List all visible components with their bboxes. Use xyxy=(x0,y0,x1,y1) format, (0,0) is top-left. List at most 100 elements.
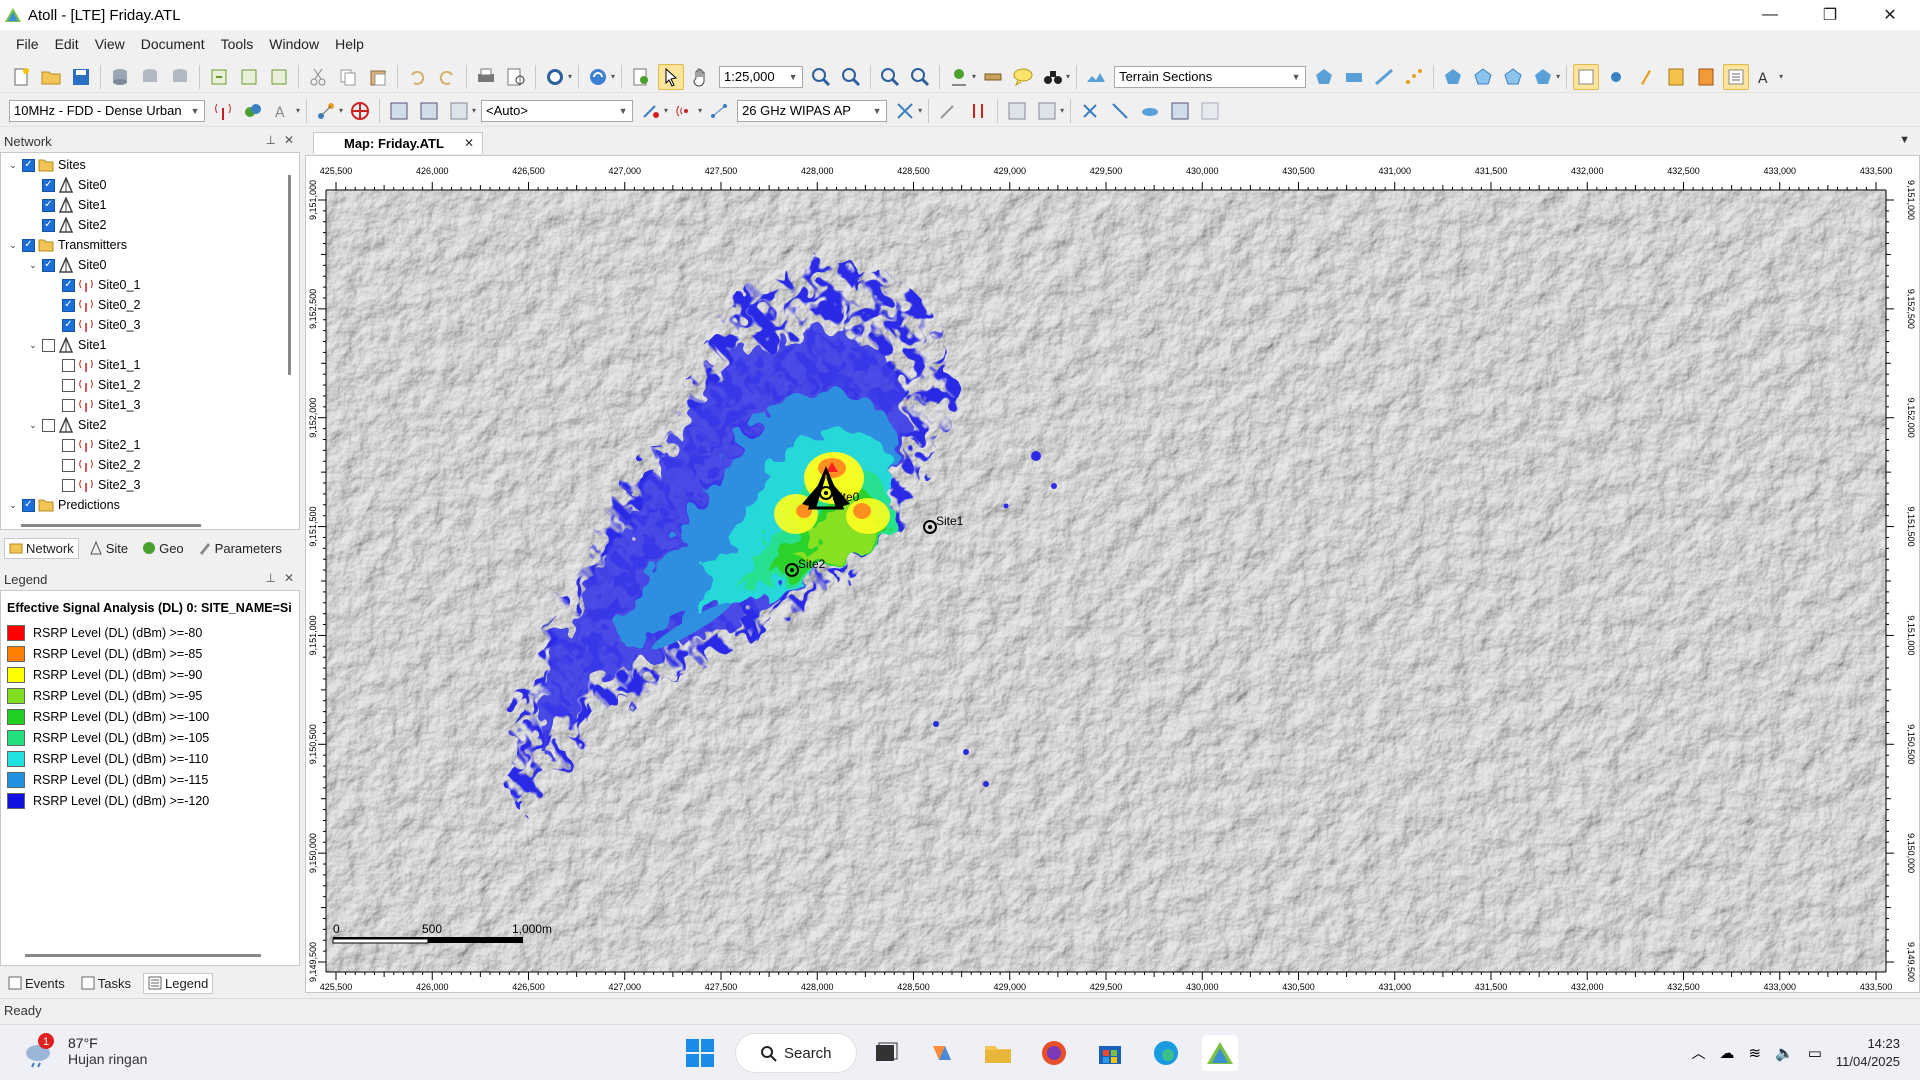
tree-item[interactable]: Site0_3 xyxy=(47,315,140,335)
legend-h-scrollbar[interactable] xyxy=(25,954,261,957)
grid-stop-icon[interactable] xyxy=(446,98,472,124)
select-pointer-icon[interactable] xyxy=(658,63,685,90)
wifi-icon[interactable]: ≋ xyxy=(1748,1044,1761,1062)
link-tool-icon[interactable] xyxy=(892,98,918,124)
export-all-icon[interactable] xyxy=(266,64,292,90)
battery-icon[interactable]: ▭ xyxy=(1808,1044,1822,1062)
collapse-chevron-icon[interactable]: ⌄ xyxy=(27,340,39,351)
tab-close-icon[interactable]: ✕ xyxy=(464,136,474,150)
draw-rectangle-icon[interactable] xyxy=(1341,64,1367,90)
terrain-sections-combo[interactable]: Terrain Sections ▼ xyxy=(1114,65,1307,88)
tree-h-scrollbar[interactable] xyxy=(21,524,201,527)
tree-item[interactable]: Site0_2 xyxy=(47,295,140,315)
file-explorer-icon[interactable] xyxy=(980,1035,1016,1071)
start-button[interactable] xyxy=(682,1035,718,1071)
atoll-taskbar-icon[interactable] xyxy=(1202,1035,1238,1071)
tree-item[interactable]: ⌄ Predictions xyxy=(7,495,120,515)
zoom-previous-icon[interactable] xyxy=(907,64,933,90)
zoom-scale-combo[interactable]: 1:25,000 ▼ xyxy=(719,65,804,88)
uplink-downlink-icon[interactable] xyxy=(965,98,991,124)
tree-item-checkbox[interactable] xyxy=(62,318,75,332)
tree-item-checkbox[interactable] xyxy=(42,218,55,232)
layer-stack-icon[interactable] xyxy=(1137,98,1163,124)
tree-item-checkbox[interactable] xyxy=(62,438,75,452)
tab-network[interactable]: Network xyxy=(4,537,79,559)
zoom-out-icon[interactable] xyxy=(838,64,864,90)
minimize-button[interactable]: — xyxy=(1740,0,1800,30)
tree-item-checkbox[interactable] xyxy=(62,278,75,292)
tree-item[interactable]: ⌄ Transmitters xyxy=(7,235,127,255)
panel-close-icon[interactable]: ✕ xyxy=(284,571,294,585)
menu-file[interactable]: File xyxy=(8,30,47,58)
tree-item-checkbox[interactable] xyxy=(22,498,35,512)
edge-icon[interactable] xyxy=(1148,1035,1184,1071)
point-analysis-icon[interactable] xyxy=(946,64,972,90)
new-document-icon[interactable] xyxy=(8,64,34,90)
refresh-icon[interactable] xyxy=(585,64,611,90)
copilot-icon[interactable] xyxy=(924,1035,960,1071)
print-icon[interactable] xyxy=(473,64,499,90)
tab-parameters[interactable]: Parameters xyxy=(194,539,286,558)
tree-item-checkbox[interactable] xyxy=(22,238,35,252)
tab-tasks[interactable]: Tasks xyxy=(77,974,135,993)
tab-site[interactable]: Site xyxy=(85,539,132,558)
taskbar-search[interactable]: Search xyxy=(735,1033,857,1073)
tree-item[interactable]: ⌄ Site0 xyxy=(27,255,107,275)
chevron-up-icon[interactable]: ︿ xyxy=(1691,1043,1705,1063)
map-document-tab[interactable]: Map: Friday.ATL ✕ xyxy=(313,132,483,154)
tree-item-checkbox[interactable] xyxy=(42,418,55,432)
zoom-in-icon[interactable] xyxy=(808,64,834,90)
terrain-section-icon[interactable] xyxy=(1083,64,1109,90)
binoculars-icon[interactable] xyxy=(1040,64,1066,90)
close-button[interactable]: ✕ xyxy=(1860,0,1920,30)
microwave-link-icon[interactable] xyxy=(706,98,732,124)
paste-icon[interactable] xyxy=(365,64,391,90)
collapse-chevron-icon[interactable]: ⌄ xyxy=(27,260,39,271)
cloud-offline-icon[interactable]: ☁ xyxy=(1719,1044,1734,1062)
save-icon[interactable] xyxy=(68,64,94,90)
microsoft-store-icon[interactable] xyxy=(1092,1035,1128,1071)
tree-item-checkbox[interactable] xyxy=(42,178,55,192)
collapse-chevron-icon[interactable]: ⌄ xyxy=(7,240,19,251)
menu-edit[interactable]: Edit xyxy=(47,30,87,58)
tree-item[interactable]: Site1_1 xyxy=(47,355,140,375)
clock[interactable]: 14:23 11/04/2025 xyxy=(1836,1035,1900,1071)
tree-item-checkbox[interactable] xyxy=(62,358,75,372)
tree-item-checkbox[interactable] xyxy=(42,258,55,272)
ruler-icon[interactable] xyxy=(980,64,1006,90)
tree-item-checkbox[interactable] xyxy=(62,298,75,312)
multi-antenna-icon[interactable] xyxy=(240,98,266,124)
undo-icon[interactable] xyxy=(404,64,430,90)
menu-tools[interactable]: Tools xyxy=(213,30,262,58)
simulation-icon[interactable] xyxy=(1004,98,1030,124)
volume-icon[interactable]: 🔈 xyxy=(1775,1044,1794,1062)
frequency-tool-icon[interactable] xyxy=(638,98,664,124)
tab-geo[interactable]: Geo xyxy=(138,539,188,558)
weather-widget[interactable]: 1 87°F Hujan ringan xyxy=(20,1031,147,1071)
help-icon[interactable] xyxy=(542,64,568,90)
tree-item[interactable]: ⌄ Site1 xyxy=(27,335,107,355)
tree-item-checkbox[interactable] xyxy=(62,398,75,412)
grid-calc-icon[interactable] xyxy=(386,98,412,124)
collapse-chevron-icon[interactable]: ⌄ xyxy=(7,160,19,171)
tree-item[interactable]: Site2_1 xyxy=(47,435,140,455)
tree-item[interactable]: Site0_1 xyxy=(47,275,140,295)
table-icon[interactable] xyxy=(1167,98,1193,124)
maximize-button[interactable]: ❐ xyxy=(1800,0,1860,30)
database-refresh-icon[interactable] xyxy=(137,64,163,90)
zoom-area-icon[interactable] xyxy=(877,64,903,90)
network-tool-icon[interactable] xyxy=(1077,98,1103,124)
database-icon[interactable] xyxy=(107,64,133,90)
shape-edit-icon[interactable] xyxy=(1500,64,1526,90)
tree-item[interactable]: Site1_2 xyxy=(47,375,140,395)
shape-split-icon[interactable] xyxy=(1530,64,1556,90)
tree-scrollbar[interactable] xyxy=(285,155,295,515)
tree-item[interactable]: Site1 xyxy=(27,195,107,215)
collapse-chevron-icon[interactable]: ⌄ xyxy=(27,420,39,431)
tree-item[interactable]: ⌄ Sites xyxy=(7,155,86,175)
tree-item-checkbox[interactable] xyxy=(62,378,75,392)
traffic-map-icon[interactable] xyxy=(935,98,961,124)
pin-icon[interactable]: ⊥ xyxy=(265,571,275,585)
tree-item-checkbox[interactable] xyxy=(22,158,35,172)
site-layer-icon[interactable] xyxy=(1573,63,1600,90)
